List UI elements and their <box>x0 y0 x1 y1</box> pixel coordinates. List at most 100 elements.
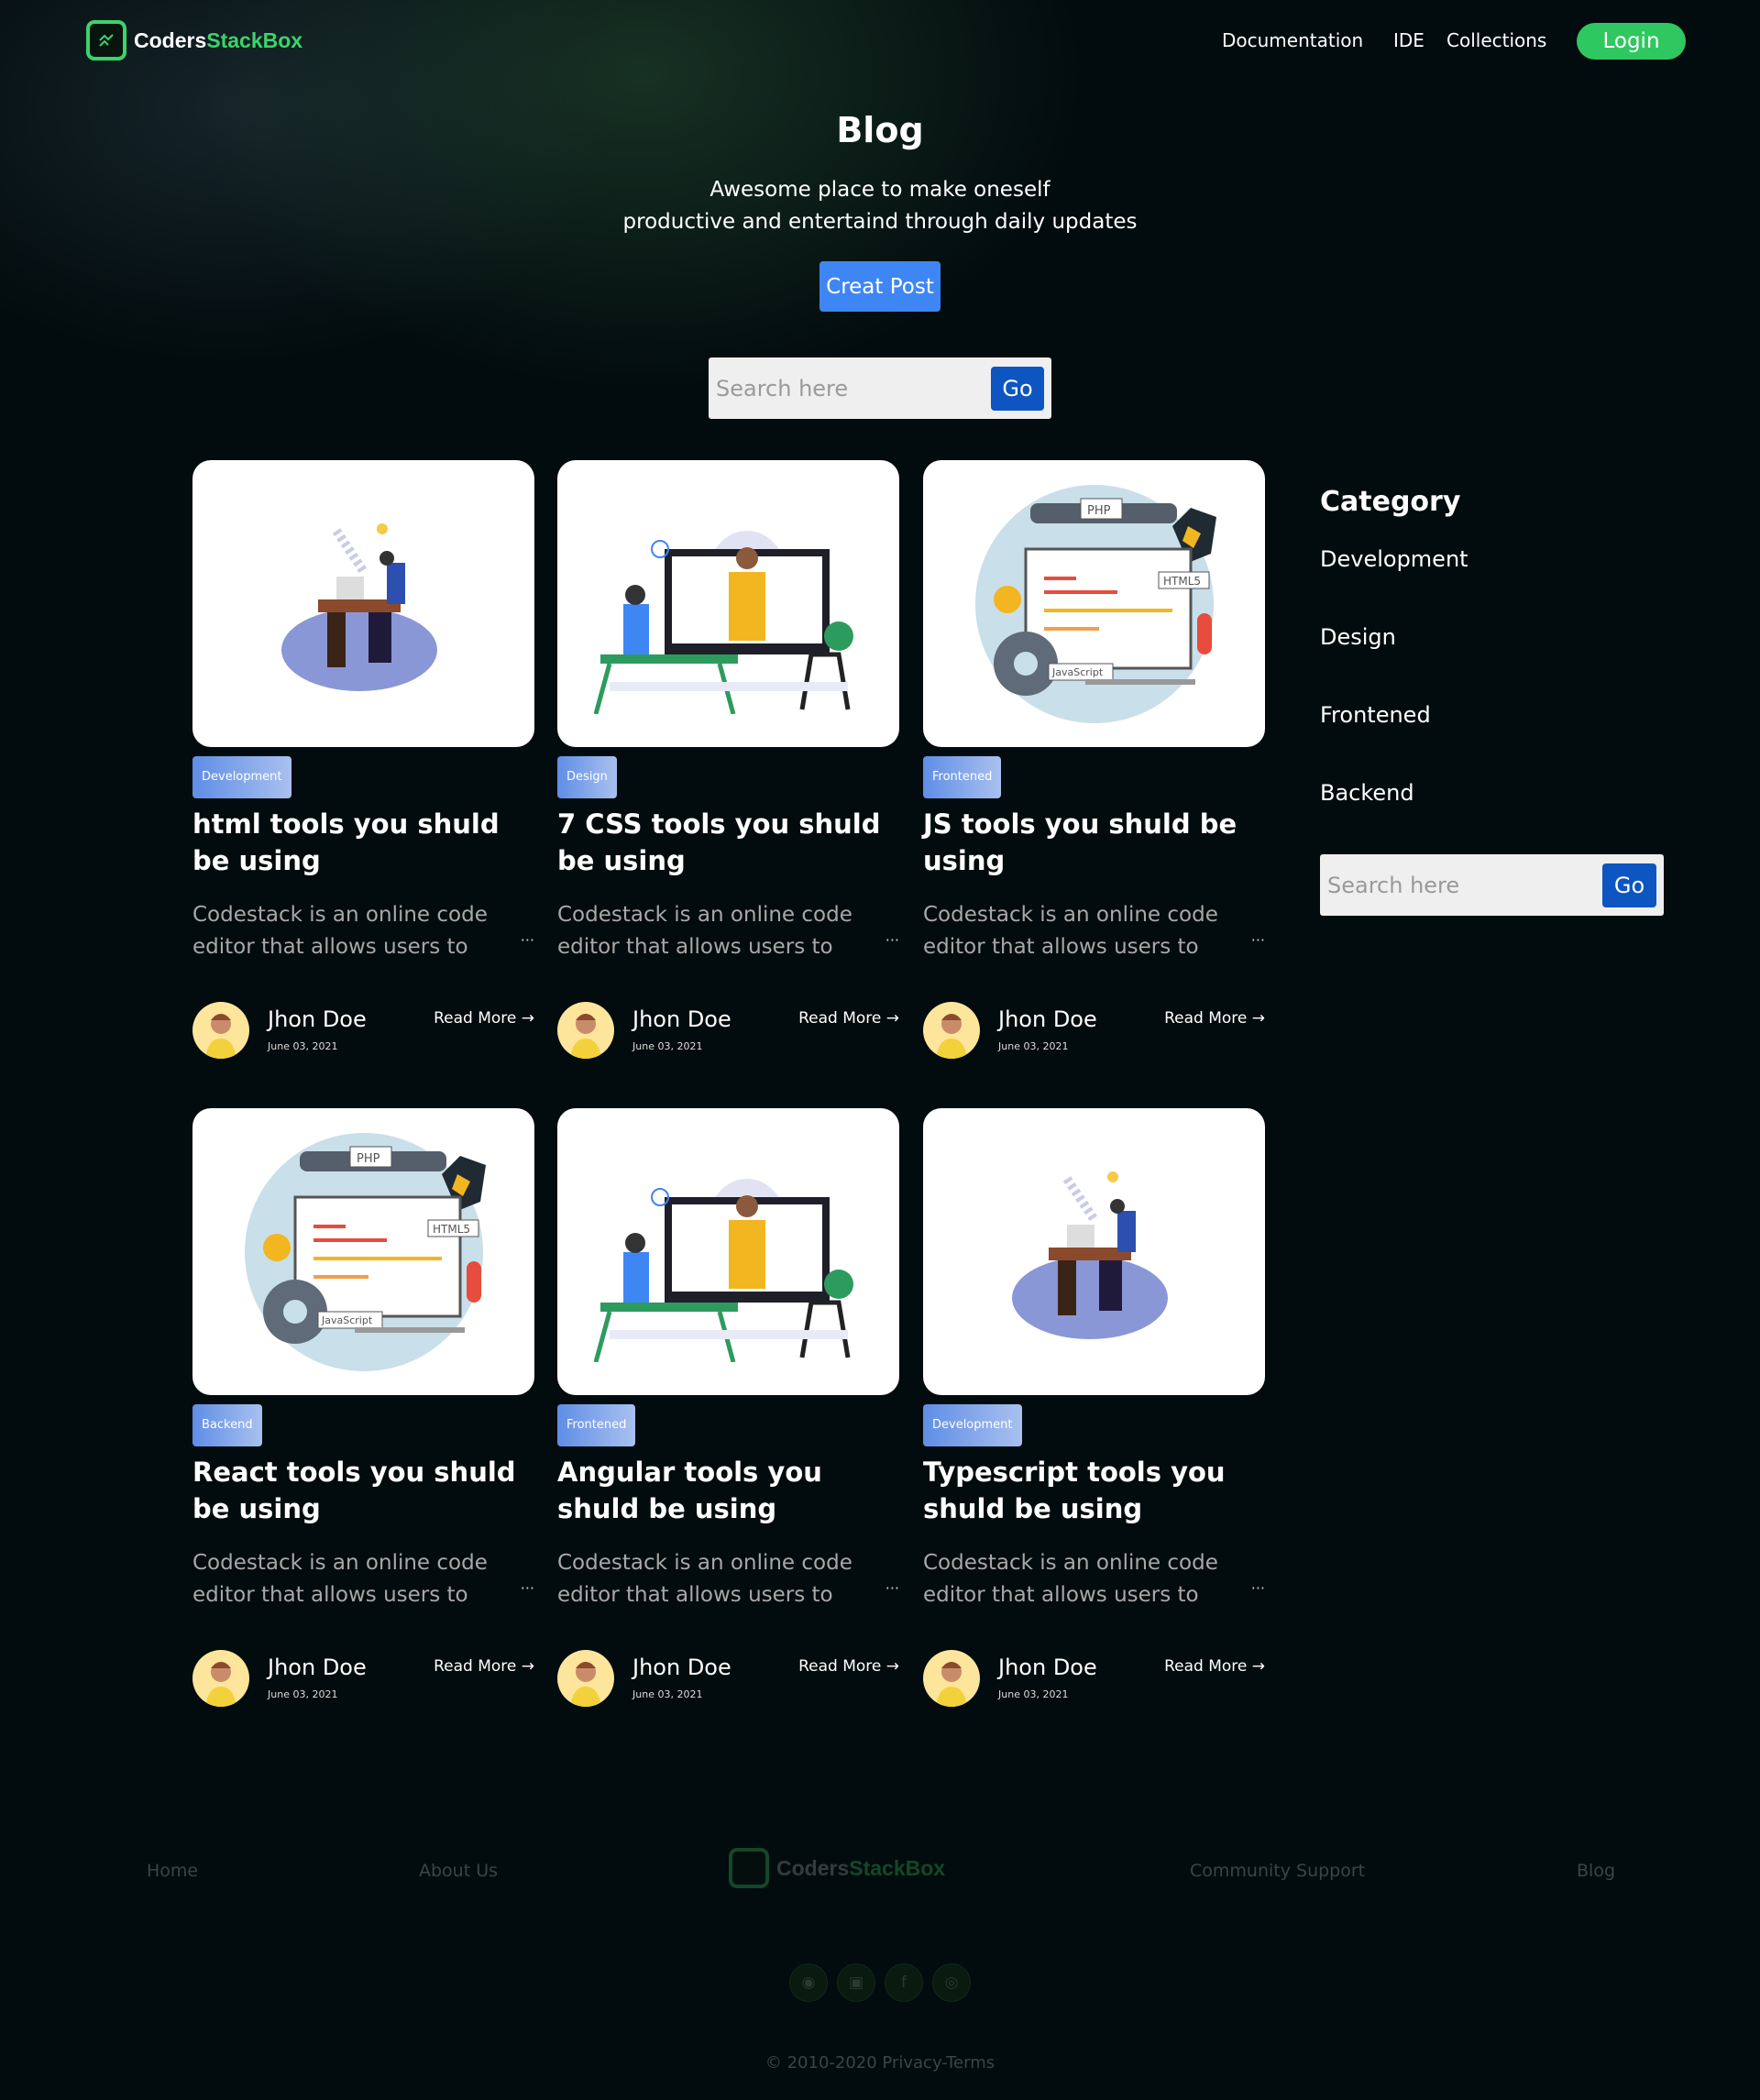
svg-text:JavaScript: JavaScript <box>1051 666 1104 678</box>
footer-blog[interactable]: Blog <box>1577 1861 1615 1881</box>
category-badge[interactable]: Frontened <box>923 756 1002 798</box>
post-title[interactable]: Typescript tools you shuld be using <box>923 1454 1265 1529</box>
post-date: June 03, 2021 <box>998 1688 1069 1700</box>
category-badge[interactable]: Design <box>557 756 617 798</box>
post-date: June 03, 2021 <box>632 1040 703 1052</box>
author-row: Jhon Doe June 03, 2021 Read More → <box>557 1650 899 1707</box>
arrow-right-icon: → <box>1251 1009 1265 1028</box>
avatar <box>192 1002 249 1059</box>
post-excerpt: Codestack is an online code editor that … <box>923 903 1265 959</box>
svg-text:JavaScript: JavaScript <box>321 1314 373 1326</box>
post-title[interactable]: Angular tools you shuld be using <box>557 1454 899 1529</box>
read-more-link[interactable]: Read More → <box>798 1657 899 1676</box>
svg-text:PHP: PHP <box>1087 504 1111 518</box>
ellipsis-icon: ··· <box>520 1579 534 1597</box>
ellipsis-icon: ··· <box>1250 1579 1265 1597</box>
search-input[interactable] <box>716 375 991 401</box>
post-illustration[interactable]: PHP HTML5 JavaScript <box>923 460 1265 747</box>
avatar <box>557 1002 614 1059</box>
ellipsis-icon: ··· <box>885 931 899 949</box>
category-frontened[interactable]: Frontened <box>1320 702 1431 728</box>
author-name: Jhon Doe <box>268 1006 367 1032</box>
category-backend[interactable]: Backend <box>1320 780 1414 806</box>
post-card: PHP HTML5 JavaScript Backend React tools y… <box>192 1108 534 1707</box>
post-illustration[interactable] <box>192 460 534 747</box>
post-title[interactable]: 7 CSS tools you shuld be using <box>557 806 899 881</box>
post-title[interactable]: JS tools you shuld be using <box>923 806 1265 881</box>
post-illustration[interactable]: PHP HTML5 JavaScript <box>192 1108 534 1395</box>
post-date: June 03, 2021 <box>632 1688 703 1700</box>
sidebar-go-button[interactable]: Go <box>1602 863 1656 907</box>
post-excerpt: Codestack is an online code editor that … <box>923 1551 1265 1607</box>
create-post-button[interactable]: Creat Post <box>820 261 940 312</box>
post-title[interactable]: React tools you shuld be using <box>192 1454 534 1529</box>
nav-ide[interactable]: IDE <box>1393 29 1424 51</box>
author-row: Jhon Doe June 03, 2021 Read More → <box>192 1002 534 1059</box>
category-development[interactable]: Development <box>1320 546 1468 572</box>
ellipsis-icon: ··· <box>1250 931 1265 949</box>
author-name: Jhon Doe <box>998 1006 1097 1032</box>
avatar <box>923 1650 980 1707</box>
post-card: Development html tools you shuld be usin… <box>192 460 534 1059</box>
linkedin-icon[interactable]: ▣ <box>837 1963 875 2002</box>
post-date: June 03, 2021 <box>268 1040 338 1052</box>
avatar <box>923 1002 980 1059</box>
category-badge[interactable]: Backend <box>192 1404 262 1446</box>
svg-text:HTML5: HTML5 <box>1163 575 1201 588</box>
page-title: Blog <box>836 110 924 150</box>
ellipsis-icon: ··· <box>885 1579 899 1597</box>
post-card: Frontened Angular tools you shuld be usi… <box>557 1108 899 1707</box>
sidebar-search-input[interactable] <box>1327 872 1602 898</box>
copyright: © 2010-2020 Privacy-Terms <box>764 2053 996 2073</box>
svg-text:PHP: PHP <box>357 1152 380 1166</box>
read-more-link[interactable]: Read More → <box>434 1009 534 1028</box>
brand-name: CodersStackBox <box>134 27 303 52</box>
ellipsis-icon: ··· <box>520 931 534 949</box>
main-search: Go <box>709 357 1051 419</box>
post-excerpt: Codestack is an online code editor that … <box>192 903 534 959</box>
category-design[interactable]: Design <box>1320 624 1396 650</box>
author-name: Jhon Doe <box>998 1655 1097 1680</box>
post-excerpt: Codestack is an online code editor that … <box>557 903 899 959</box>
nav-collections[interactable]: Collections <box>1446 29 1546 51</box>
read-more-link[interactable]: Read More → <box>434 1657 534 1676</box>
dribbble-icon[interactable]: ◎ <box>932 1963 971 2002</box>
post-date: June 03, 2021 <box>998 1040 1069 1052</box>
login-button[interactable]: Login <box>1577 23 1686 60</box>
footer-home[interactable]: Home <box>147 1861 198 1881</box>
author-name: Jhon Doe <box>632 1655 732 1680</box>
svg-text:HTML5: HTML5 <box>433 1223 470 1236</box>
subtitle-line-1: Awesome place to make oneself <box>710 178 1050 202</box>
github-icon[interactable]: ◉ <box>789 1963 828 2002</box>
footer-about[interactable]: About Us <box>419 1861 498 1881</box>
footer-community[interactable]: Community Support <box>1190 1861 1365 1881</box>
footer-logo[interactable]: CodersStackBox <box>729 1848 945 1888</box>
author-row: Jhon Doe June 03, 2021 Read More → <box>192 1650 534 1707</box>
footer-logo-icon <box>729 1848 769 1888</box>
nav-documentation[interactable]: Documentation <box>1222 29 1363 51</box>
category-badge[interactable]: Frontened <box>557 1404 636 1446</box>
post-card: Design 7 CSS tools you shuld be using Co… <box>557 460 899 1059</box>
category-badge[interactable]: Development <box>923 1404 1022 1446</box>
arrow-right-icon: → <box>521 1009 534 1028</box>
post-title[interactable]: html tools you shuld be using <box>192 806 534 881</box>
search-go-button[interactable]: Go <box>991 366 1044 411</box>
avatar <box>557 1650 614 1707</box>
category-badge[interactable]: Development <box>192 756 292 798</box>
post-date: June 03, 2021 <box>268 1688 338 1700</box>
facebook-icon[interactable]: f <box>885 1963 923 2002</box>
post-illustration[interactable] <box>557 1108 899 1395</box>
sidebar-search: Go <box>1320 854 1664 916</box>
author-name: Jhon Doe <box>632 1006 732 1032</box>
author-row: Jhon Doe June 03, 2021 Read More → <box>923 1650 1265 1707</box>
subtitle-line-2: productive and entertaind through daily … <box>622 210 1138 234</box>
read-more-link[interactable]: Read More → <box>1164 1009 1265 1028</box>
post-illustration[interactable] <box>557 460 899 747</box>
brand-logo[interactable]: CodersStackBox <box>86 20 302 60</box>
category-title: Category <box>1320 486 1461 518</box>
post-illustration[interactable] <box>923 1108 1265 1395</box>
read-more-link[interactable]: Read More → <box>798 1009 899 1028</box>
read-more-link[interactable]: Read More → <box>1164 1657 1265 1676</box>
avatar <box>192 1650 249 1707</box>
post-card: PHP HTML5 JavaScript Frontened JS tools yo… <box>923 460 1265 1059</box>
